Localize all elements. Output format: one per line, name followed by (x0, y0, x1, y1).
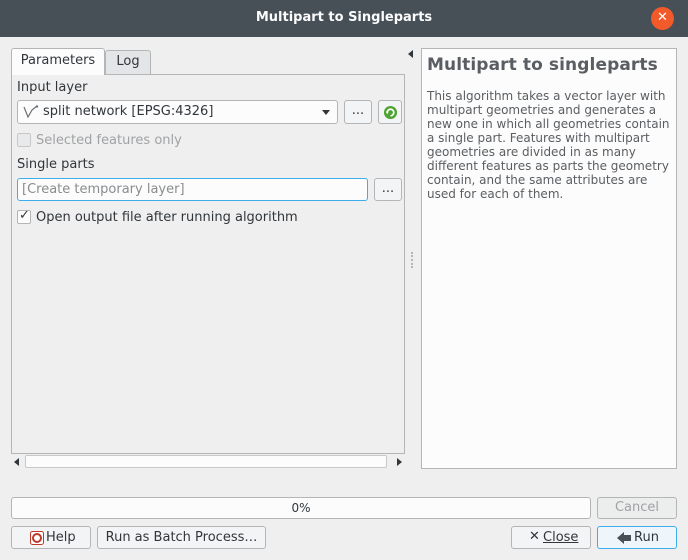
close-button-label: Close (543, 530, 579, 545)
input-layer-value: split network [EPSG:4326] (43, 104, 214, 119)
output-layer-field[interactable] (17, 178, 368, 201)
run-arrow-icon (617, 532, 631, 544)
help-button-label: Help (46, 530, 76, 545)
refresh-icon (383, 105, 398, 120)
tab-log[interactable]: Log (105, 50, 151, 74)
open-output-checkbox[interactable]: ✓ (17, 208, 31, 224)
single-parts-label: Single parts (17, 157, 95, 172)
splitter-handle[interactable] (411, 252, 413, 268)
selected-features-checkbox[interactable] (17, 133, 31, 147)
iterate-button[interactable] (378, 100, 402, 124)
selected-features-label: Selected features only (36, 133, 182, 148)
line-layer-icon (23, 105, 39, 119)
help-body: This algorithm takes a vector layer with… (427, 89, 670, 201)
title-bar: Multipart to Singleparts ✕ (0, 0, 688, 37)
help-button[interactable]: Help (11, 526, 91, 549)
progress-text: 0% (291, 501, 311, 515)
window-title: Multipart to Singleparts (255, 10, 433, 25)
input-layer-label: Input layer (17, 80, 88, 95)
close-icon: ✕ (529, 529, 540, 544)
run-button-label: Run (634, 530, 659, 545)
chevron-down-icon (322, 110, 330, 115)
close-icon: ✕ (657, 10, 668, 25)
scrollbar-track[interactable] (25, 455, 387, 468)
open-output-label: Open output file after running algorithm (36, 210, 298, 225)
progress-bar: 0% (11, 497, 591, 519)
help-panel: Multipart to singleparts This algorithm … (421, 48, 677, 469)
close-button[interactable]: ✕ Close (511, 526, 591, 549)
checkmark-icon: ✓ (19, 208, 30, 223)
input-layer-browse-button[interactable]: ... (344, 100, 372, 124)
collapse-help-icon[interactable] (408, 50, 413, 58)
output-layer-input[interactable] (22, 181, 362, 198)
scroll-right-icon[interactable] (397, 458, 402, 466)
run-button[interactable]: Run (597, 526, 677, 549)
output-browse-button[interactable]: ... (374, 178, 402, 201)
window-close-button[interactable]: ✕ (651, 7, 674, 30)
cancel-button[interactable]: Cancel (597, 497, 677, 519)
horizontal-scrollbar[interactable] (11, 453, 405, 469)
help-lifebuoy-icon (30, 531, 44, 545)
help-title: Multipart to singleparts (427, 55, 658, 75)
input-layer-combobox[interactable]: split network [EPSG:4326] (17, 100, 338, 124)
scroll-left-icon[interactable] (14, 458, 19, 466)
batch-process-button[interactable]: Run as Batch Process… (97, 526, 266, 549)
tab-parameters[interactable]: Parameters (11, 48, 105, 75)
